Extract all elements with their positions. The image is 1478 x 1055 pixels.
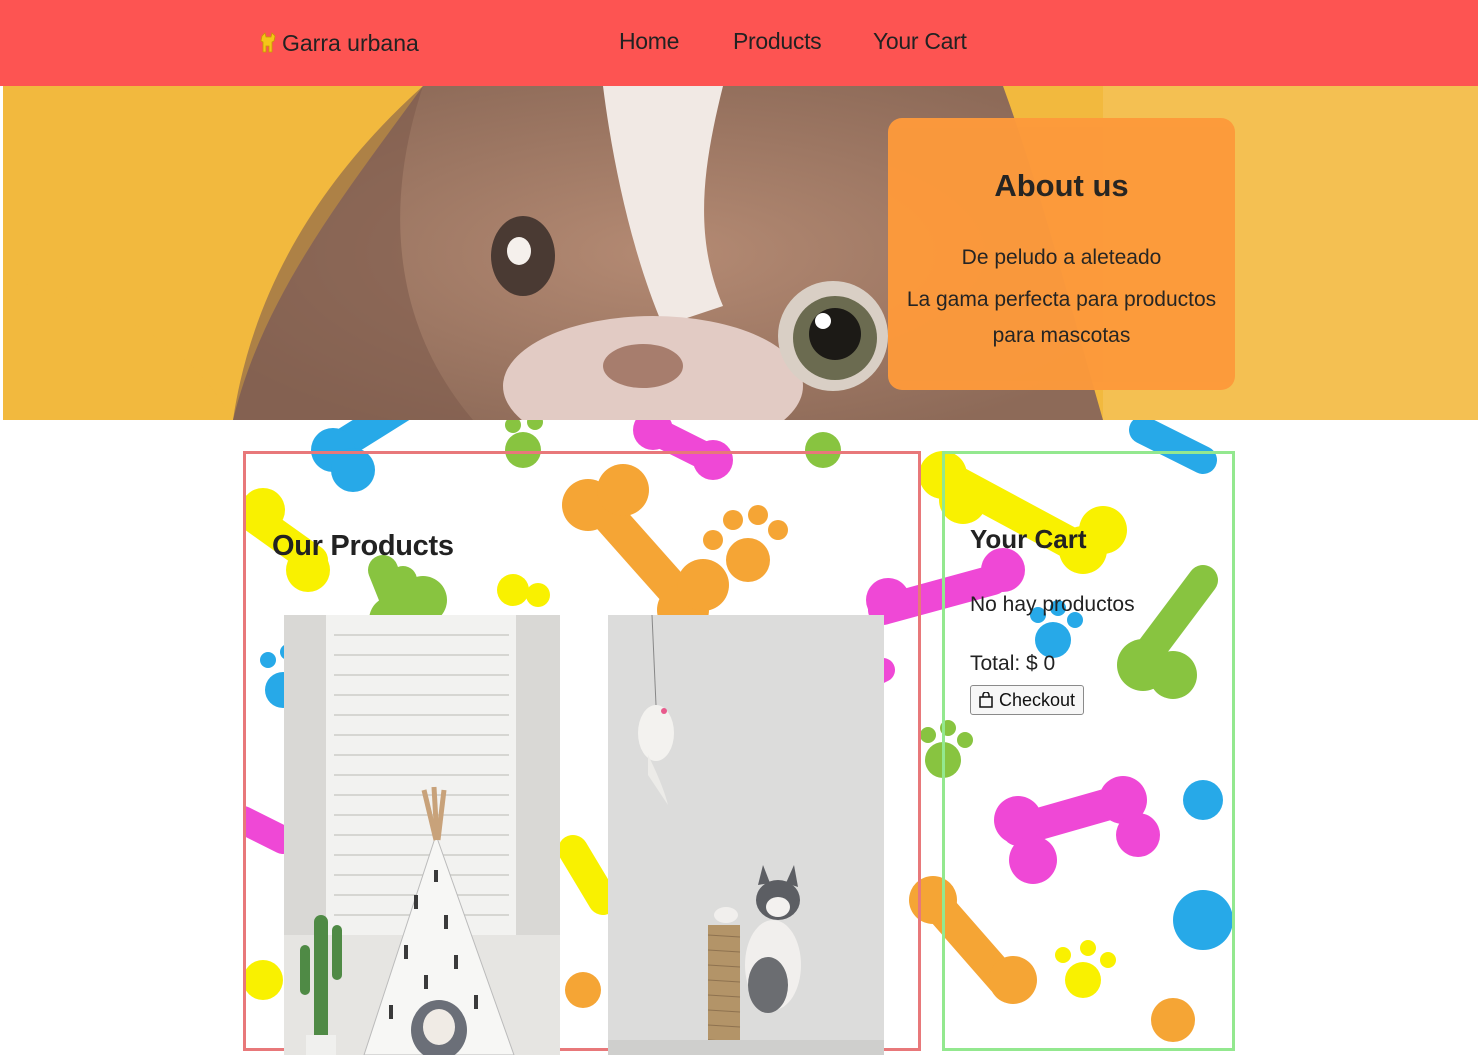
- about-description: La gama perfecta para productos para mas…: [906, 288, 1217, 347]
- nav-your-cart[interactable]: Your Cart: [873, 28, 967, 55]
- dog-icon: [260, 32, 276, 53]
- brand-link[interactable]: Garra urbana: [258, 28, 419, 58]
- navbar: Garra urbana Home Products Your Cart: [0, 0, 1478, 86]
- about-subtitle: De peludo a aleteado: [961, 246, 1162, 269]
- brand-name: Garra urbana: [282, 29, 419, 56]
- dog-photo: [3, 86, 1478, 420]
- about-title: About us: [994, 168, 1129, 203]
- cart-panel: Your Cart No hay productos Total: $ 0 Ch…: [942, 451, 1235, 1051]
- cart-empty-message: No hay productos: [970, 593, 1135, 616]
- dog-teepee-photo: [284, 615, 560, 1055]
- cart-title: Your Cart: [970, 524, 1087, 554]
- products-title: Our Products: [272, 530, 454, 562]
- product-card-cat-toy[interactable]: [608, 615, 884, 1055]
- checkout-label: Checkout: [999, 689, 1076, 710]
- hero-banner: About us De peludo a aleteado La gama pe…: [3, 86, 1478, 420]
- checkout-button[interactable]: Checkout: [970, 685, 1085, 715]
- nav-products[interactable]: Products: [733, 28, 822, 55]
- about-card: About us De peludo a aleteado La gama pe…: [888, 118, 1235, 390]
- bag-icon: [979, 692, 993, 708]
- product-card-teepee[interactable]: [284, 615, 560, 1055]
- nav-home[interactable]: Home: [619, 28, 679, 55]
- kitten-toy-photo: [608, 615, 884, 1055]
- products-panel: Our Products: [243, 451, 921, 1055]
- cart-total: Total: $ 0: [970, 652, 1056, 675]
